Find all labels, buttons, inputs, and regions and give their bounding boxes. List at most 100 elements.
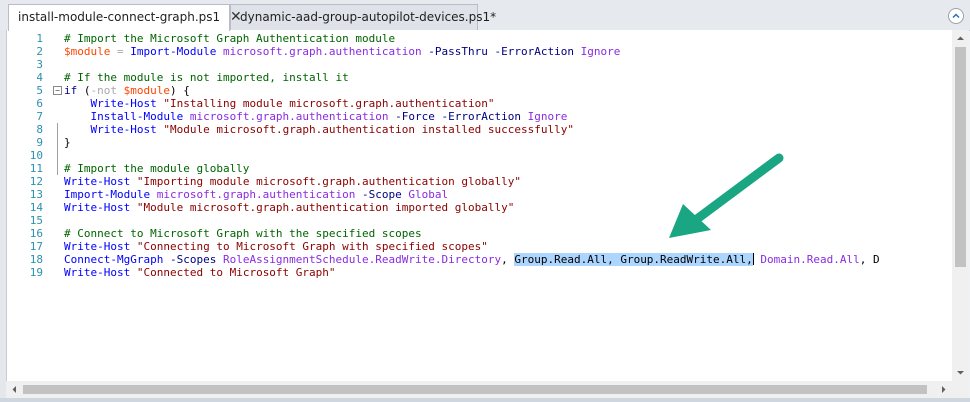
code-line[interactable]: 14 Write-Host "Module microsoft.graph.aut… xyxy=(7,201,953,214)
tab-label: dynamic-aad-group-autopilot-devices.ps1* xyxy=(240,10,497,24)
selected-text: Group.Read.All, Group.ReadWrite.All, xyxy=(514,253,753,266)
code-line[interactable]: 13 Import-Module microsoft.graph.authenti… xyxy=(7,188,953,201)
code-token: ) { xyxy=(169,84,190,97)
code-text: # Connect to Microsoft Graph with the sp… xyxy=(64,227,422,240)
code-text: # Import the Microsoft Graph Authenticat… xyxy=(64,32,395,45)
line-number: 18 xyxy=(29,253,43,266)
code-token: -PassThru xyxy=(428,45,488,58)
code-token: # Import the module globally xyxy=(64,162,250,175)
code-text: Write-Host "Module microsoft.graph.authe… xyxy=(64,201,514,214)
code-token: -Scopes xyxy=(169,253,217,266)
code-line[interactable]: 15 xyxy=(7,214,953,227)
vertical-scroll-thumb[interactable] xyxy=(955,47,966,267)
vertical-scrollbar[interactable] xyxy=(952,30,969,381)
code-text: $module = Import-Module microsoft.graph.… xyxy=(64,45,620,58)
code-text: Install-Module microsoft.graph.authentic… xyxy=(64,110,568,123)
code-line[interactable]: 10 xyxy=(7,149,953,162)
tab-install-module-connect-graph[interactable]: install-module-connect-graph.ps1 ✕ xyxy=(8,4,242,31)
scroll-down-arrow[interactable] xyxy=(952,364,969,381)
scroll-up-arrow[interactable] xyxy=(952,30,969,47)
line-number: 8 xyxy=(36,123,43,136)
code-text: Write-Host "Connected to Microsoft Graph… xyxy=(64,266,336,279)
code-token: , xyxy=(501,253,515,266)
code-token: , D xyxy=(859,253,880,266)
code-token: microsoft.graph.authentication xyxy=(156,188,356,201)
code-line[interactable]: 7 Install-Module microsoft.graph.authent… xyxy=(7,110,953,123)
line-number: 2 xyxy=(36,45,43,58)
code-token: } xyxy=(64,136,71,149)
line-number: 16 xyxy=(29,227,43,240)
code-token: "Connected to Microsoft Graph" xyxy=(136,266,336,279)
code-text: # If the module is not imported, install… xyxy=(64,71,349,84)
tab-dynamic-aad-group-autopilot-devices[interactable]: dynamic-aad-group-autopilot-devices.ps1* xyxy=(230,4,496,30)
code-text: Write-Host "Connecting to Microsoft Grap… xyxy=(64,240,488,253)
code-token: Import-Module xyxy=(130,45,217,58)
scroll-right-arrow[interactable] xyxy=(935,381,952,398)
code-token: Connect-MgGraph xyxy=(64,253,164,266)
code-token: $module xyxy=(64,45,111,58)
code-line[interactable]: 2 $module = Import-Module microsoft.graph… xyxy=(7,45,953,58)
line-number: 19 xyxy=(29,266,43,279)
code-line[interactable]: 11 # Import the module globally xyxy=(7,162,953,175)
line-number: 3 xyxy=(36,58,43,71)
code-line[interactable]: 16 # Connect to Microsoft Graph with the … xyxy=(7,227,953,240)
code-line[interactable]: 9} xyxy=(7,136,953,149)
line-number: 17 xyxy=(29,240,43,253)
code-line[interactable]: 17 Write-Host "Connecting to Microsoft Gr… xyxy=(7,240,953,253)
code-token: Write-Host xyxy=(90,123,157,136)
code-token: ( xyxy=(77,84,91,97)
code-line[interactable]: 12 Write-Host "Importing module microsoft… xyxy=(7,175,953,188)
code-text: # Import the module globally xyxy=(64,162,249,175)
script-editor[interactable]: 1 # Import the Microsoft Graph Authentica… xyxy=(6,30,953,381)
chevron-up-icon[interactable] xyxy=(948,8,964,24)
code-token: microsoft.graph.authentication xyxy=(189,110,389,123)
code-text: Write-Host "Installing module microsoft.… xyxy=(64,97,495,110)
code-text: Write-Host "Module microsoft.graph.authe… xyxy=(64,123,574,136)
code-token: Write-Host xyxy=(64,201,131,214)
horizontal-scrollbar[interactable] xyxy=(6,381,952,398)
code-token: Write-Host xyxy=(64,266,131,279)
code-text: if (-not $module) { xyxy=(64,84,190,97)
bottom-border xyxy=(0,398,970,402)
scrollbar-corner xyxy=(952,381,969,398)
code-token: -not xyxy=(90,84,118,97)
code-line[interactable]: 3 xyxy=(7,58,953,71)
fold-minus-icon[interactable]: − xyxy=(53,86,62,95)
code-token: if xyxy=(64,84,78,97)
code-line[interactable]: 19 Write-Host "Connected to Microsoft Gra… xyxy=(7,266,953,279)
code-line[interactable]: 4 # If the module is not imported, instal… xyxy=(7,71,953,84)
code-token: # Import the Microsoft Graph Authenticat… xyxy=(64,32,396,45)
close-icon[interactable]: ✕ xyxy=(230,5,242,29)
code-line[interactable]: 1 # Import the Microsoft Graph Authentica… xyxy=(7,32,953,45)
line-number: 7 xyxy=(36,110,43,123)
code-token: -ErrorAction xyxy=(494,45,574,58)
code-token: -Scope xyxy=(362,188,402,201)
line-number: 14 xyxy=(29,201,43,214)
code-line[interactable]: 6 Write-Host "Installing module microsof… xyxy=(7,97,953,110)
code-text: Connect-MgGraph -Scopes RoleAssignmentSc… xyxy=(64,253,880,266)
code-line[interactable]: 18 Connect-MgGraph -Scopes RoleAssignment… xyxy=(7,253,953,266)
line-number: 15 xyxy=(29,214,43,227)
code-line[interactable]: 8 Write-Host "Module microsoft.graph.aut… xyxy=(7,123,953,136)
code-token: Domain.Read.All xyxy=(760,253,860,266)
line-number: 13 xyxy=(29,188,43,201)
scroll-left-arrow[interactable] xyxy=(6,381,23,398)
code-line[interactable]: 5 − if (-not $module) { xyxy=(7,84,953,97)
code-token: "Installing module microsoft.graph.authe… xyxy=(163,97,495,110)
line-number: 6 xyxy=(36,97,43,110)
code-token: Write-Host xyxy=(90,97,157,110)
code-token: -ErrorAction xyxy=(441,110,522,123)
horizontal-scroll-thumb[interactable] xyxy=(23,385,927,394)
